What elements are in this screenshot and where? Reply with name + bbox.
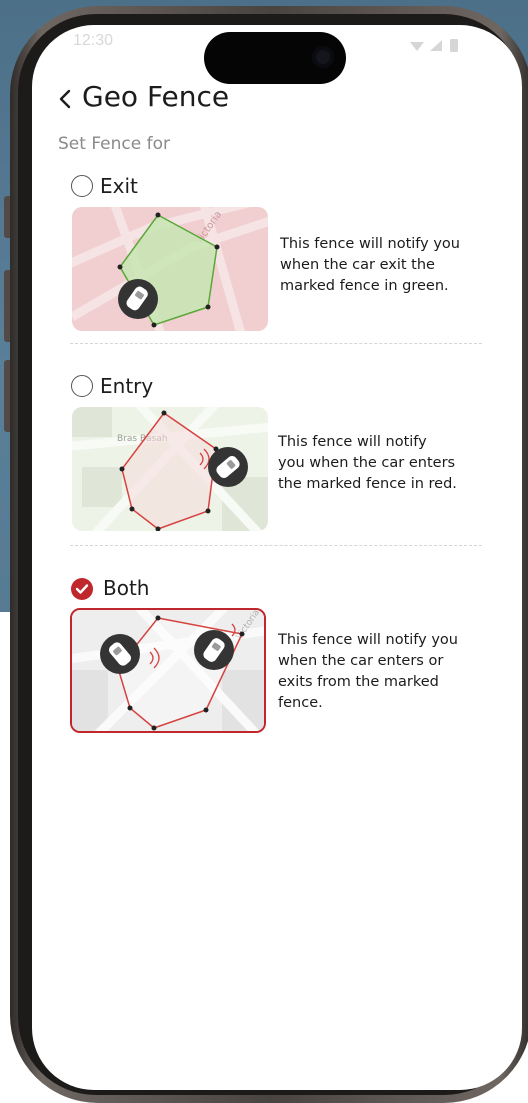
radio-exit[interactable] <box>71 175 93 197</box>
option-label-entry[interactable]: Entry <box>100 374 153 398</box>
description-entry-line-3: the marked fence in red. <box>278 476 457 492</box>
map-both: Victoria <box>70 608 266 733</box>
description-entry: This fence will notify you when the car … <box>278 432 457 495</box>
radio-both[interactable] <box>71 578 93 600</box>
battery-icon <box>450 39 458 52</box>
description-both-line-4: fence. <box>278 695 323 711</box>
description-exit: This fence will notify you when the car … <box>280 234 460 297</box>
dynamic-island <box>204 32 346 84</box>
divider <box>70 343 482 344</box>
page-title: Geo Fence <box>82 80 230 113</box>
description-entry-line-2: you when the car enters <box>278 455 456 471</box>
phone-volume-up-button <box>4 270 10 342</box>
option-label-exit[interactable]: Exit <box>100 174 138 198</box>
signal-icon <box>430 40 442 51</box>
phone-volume-down-button <box>4 360 10 432</box>
description-exit-line-1: This fence will notify you <box>280 236 460 252</box>
option-label-both[interactable]: Both <box>103 576 149 600</box>
status-icons <box>410 39 458 52</box>
checkmark-icon <box>75 584 89 594</box>
description-both: This fence will notify you when the car … <box>278 630 458 714</box>
subtitle: Set Fence for <box>58 134 170 154</box>
description-both-line-2: when the car enters or <box>278 653 444 669</box>
back-chevron-icon[interactable] <box>58 89 72 109</box>
radio-entry[interactable] <box>71 375 93 397</box>
description-exit-line-2: when the car exit the <box>280 257 435 273</box>
divider <box>70 545 482 546</box>
description-entry-line-1: This fence will notify <box>278 434 427 450</box>
status-time: 12:30 <box>73 32 114 49</box>
map-exit: Victoria <box>72 207 268 331</box>
map-entry: Bras Basah <box>72 407 268 531</box>
description-both-line-1: This fence will notify you <box>278 632 458 648</box>
phone-side-button <box>4 196 10 238</box>
wifi-icon <box>410 42 424 51</box>
phone-screen: 12:30 Geo Fence Set Fence for Exit Victo… <box>32 25 522 1090</box>
camera-icon <box>312 46 334 68</box>
description-exit-line-3: marked fence in green. <box>280 278 449 294</box>
description-both-line-3: exits from the marked <box>278 674 439 690</box>
